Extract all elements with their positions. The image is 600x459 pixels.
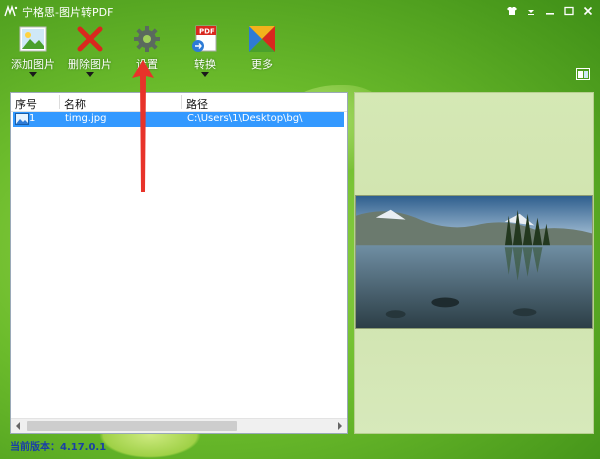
- column-divider[interactable]: [59, 95, 60, 109]
- horizontal-scrollbar[interactable]: [11, 418, 347, 433]
- table-row[interactable]: 1 timg.jpg C:\Users\1\Desktop\bg\: [13, 112, 344, 127]
- column-divider[interactable]: [181, 95, 182, 109]
- annotation-arrow: [132, 60, 154, 192]
- convert-label: 转换: [194, 58, 216, 71]
- file-list[interactable]: 序号 名称 路径 1 timg.jpg C:\Users\1\Desktop\b…: [10, 92, 348, 434]
- column-header-name[interactable]: 名称: [64, 96, 86, 112]
- layout-switch-icon[interactable]: [576, 68, 590, 80]
- menu-dropdown-icon[interactable]: [522, 3, 539, 18]
- window-title: 宁格思-图片转PDF: [22, 6, 114, 19]
- list-header: 序号 名称 路径: [11, 93, 347, 112]
- chevron-down-icon[interactable]: [29, 72, 37, 77]
- window-controls: [503, 3, 596, 18]
- more-icon: [249, 26, 275, 52]
- column-header-index[interactable]: 序号: [15, 96, 37, 112]
- row-index: 1: [29, 113, 36, 124]
- scrollbar-thumb[interactable]: [27, 421, 237, 431]
- more-label: 更多: [251, 58, 273, 71]
- convert-button[interactable]: PDF 转换: [175, 22, 235, 84]
- skin-shirt-icon[interactable]: [503, 3, 520, 18]
- maximize-icon[interactable]: [560, 3, 577, 18]
- title-bar[interactable]: 宁格思-图片转PDF: [0, 0, 600, 22]
- gear-icon: [134, 26, 160, 52]
- row-name: timg.jpg: [65, 113, 107, 124]
- delete-image-button[interactable]: 删除图片: [60, 22, 120, 84]
- scroll-right-icon[interactable]: [333, 419, 347, 433]
- image-preview-panel: [354, 92, 594, 434]
- row-path: C:\Users\1\Desktop\bg\: [187, 113, 303, 124]
- delete-x-icon: [77, 26, 103, 52]
- add-image-button[interactable]: 添加图片: [3, 22, 63, 84]
- chevron-down-icon[interactable]: [86, 72, 94, 77]
- column-header-path[interactable]: 路径: [186, 96, 208, 112]
- delete-image-label: 删除图片: [68, 58, 112, 71]
- minimize-icon[interactable]: [541, 3, 558, 18]
- add-image-icon: [19, 26, 47, 52]
- image-file-icon: [15, 113, 29, 125]
- app-window: 宁格思-图片转PDF 添加图片 删除图片 设置 PDF 转换 更多 序号 名称 …: [0, 0, 600, 459]
- scroll-left-icon[interactable]: [11, 419, 25, 433]
- svg-text:PDF: PDF: [199, 28, 215, 36]
- add-image-label: 添加图片: [11, 58, 55, 71]
- app-logo-icon: [4, 5, 18, 17]
- version-label: 当前版本：4.17.0.1: [10, 442, 107, 453]
- pdf-convert-icon: PDF: [192, 25, 217, 52]
- preview-image: [355, 195, 593, 329]
- chevron-down-icon[interactable]: [201, 72, 209, 77]
- close-icon[interactable]: [579, 3, 596, 18]
- more-button[interactable]: 更多: [232, 22, 292, 84]
